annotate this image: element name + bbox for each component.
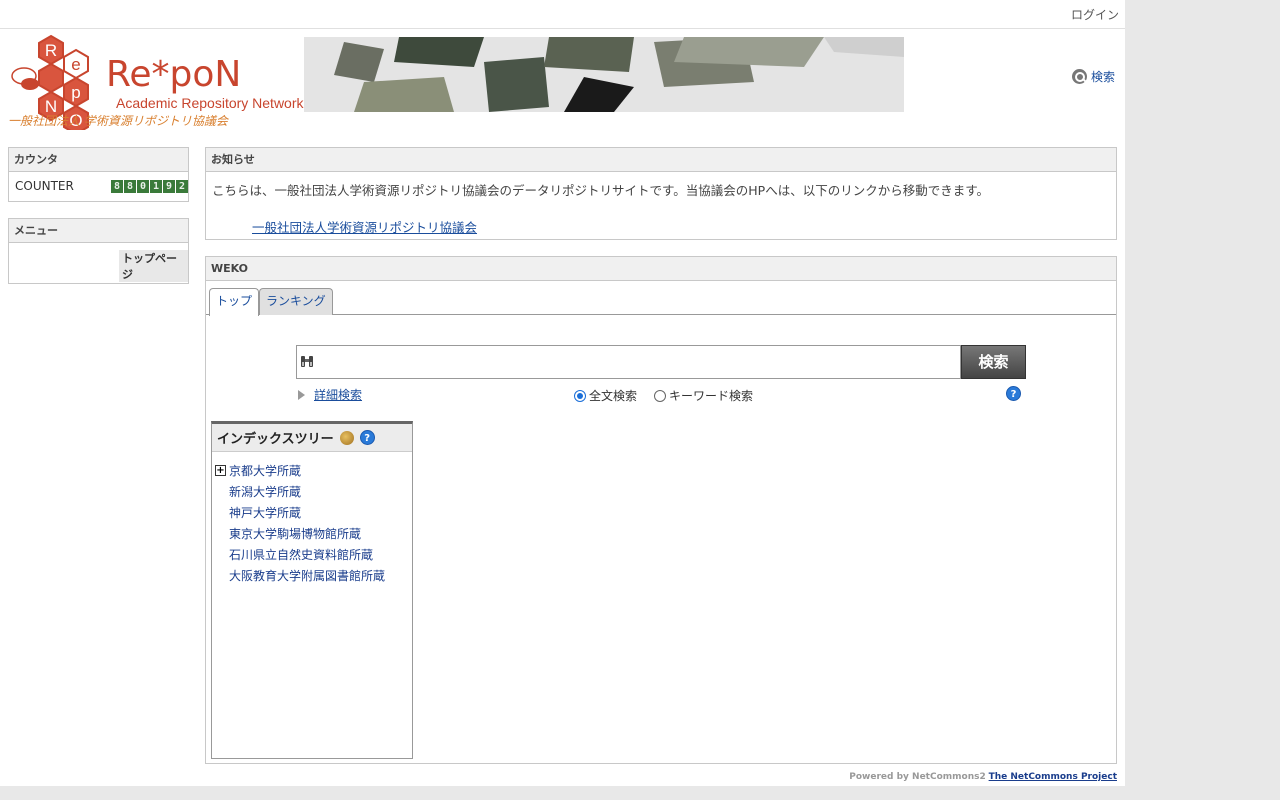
tab-ranking[interactable]: ランキング [259,288,333,315]
tree-item-label: 神戸大学所蔵 [229,506,302,520]
radio-keyword[interactable]: キーワード検索 [654,387,753,404]
bee-icon [11,67,39,90]
menu-title: メニュー [9,219,188,243]
tab-top[interactable]: トップ [209,288,260,316]
weko-title: WEKO [206,257,1116,281]
tree-item[interactable]: 神戸大学所蔵 [212,503,412,524]
radio-full-text[interactable]: 全文検索 [574,387,637,404]
search-input[interactable] [296,345,961,379]
settings-icon[interactable] [339,430,354,445]
index-tree: インデックスツリー ? + 京都大学所蔵 新潟大学所蔵 神戸大学所蔵 東京大学駒… [211,421,413,759]
help-icon[interactable]: ? [1006,386,1021,401]
notice-title: お知らせ [206,148,1116,172]
menu-box: メニュー トップページ [8,218,189,284]
radio-keyword-label: キーワード検索 [669,389,754,403]
triangle-right-icon [298,390,305,400]
banner-photo [304,37,904,112]
counter-digit: 9 [163,180,175,193]
logo-org: 一般社団法人 学術資源リポジトリ協議会 [8,114,230,128]
search-icon [1072,69,1087,84]
radio-button-checked[interactable] [574,389,586,402]
logo-hex-letter: p [71,83,80,102]
login-link[interactable]: ログイン [1071,6,1119,23]
tree-item-label: 石川県立自然史資料館所蔵 [229,548,374,562]
logo-title: Re*poN [106,54,241,95]
tree-item-label: 大阪教育大学附属図書館所蔵 [229,569,386,583]
search-options-row: 詳細検索 全文検索 キーワード検索 ? [298,385,1028,403]
binoculars-icon [301,356,313,367]
tree-item[interactable]: + 京都大学所蔵 [212,461,412,482]
notice-text: こちらは、一般社団法人学術資源リポジトリ協議会のデータリポジトリサイトです。当協… [212,183,989,198]
header-search-link[interactable]: 検索 [1072,68,1115,85]
logo-hex-letter: e [71,55,80,74]
counter-digits: 8 8 0 1 9 2 [111,180,188,193]
counter-digit: 8 [124,180,136,193]
header-search-label: 検索 [1091,70,1116,84]
tree-item[interactable]: 石川県立自然史資料館所蔵 [212,545,412,566]
index-tree-list: + 京都大学所蔵 新潟大学所蔵 神戸大学所蔵 東京大学駒場博物館所蔵 石川県立自… [212,452,412,587]
radio-full-text-label: 全文検索 [589,389,638,403]
weko-box: WEKO トップ ランキング 検索 詳細検索 全文検索 キーワード検索 ? イン… [205,256,1117,764]
repon-logo[interactable]: R e p N O Re*poN Academic Repository Net… [6,34,306,130]
counter-digit: 2 [176,180,188,193]
expand-plus-icon[interactable]: + [215,465,226,476]
counter-label: COUNTER [15,179,74,193]
weko-tabs: トップ ランキング [206,281,1116,316]
index-tree-header: インデックスツリー ? [212,424,412,452]
menu-item-top-page[interactable]: トップページ [119,250,188,282]
advanced-search-link[interactable]: 詳細検索 [314,386,362,403]
tree-item-label: 京都大学所蔵 [229,464,302,478]
tree-item-label: 新潟大学所蔵 [229,485,302,499]
notice-box: お知らせ こちらは、一般社団法人学術資源リポジトリ協議会のデータリポジトリサイト… [205,147,1117,240]
tree-item[interactable]: 新潟大学所蔵 [212,482,412,503]
notice-link[interactable]: 一般社団法人学術資源リポジトリ協議会 [252,217,477,236]
index-tree-title: インデックスツリー [217,432,334,447]
search-button[interactable]: 検索 [961,345,1026,379]
footer-project-link[interactable]: The NetCommons Project [989,772,1117,782]
counter-digit: 1 [150,180,162,193]
logo-hex-letter: R [45,41,57,60]
counter-box: カウンタ COUNTER 8 8 0 1 9 2 [8,147,189,202]
counter-title: カウンタ [9,148,188,172]
page: ログイン R e p N O Re*poN Academic Repositor… [0,0,1125,786]
radio-button-unchecked[interactable] [654,389,666,402]
top-bar: ログイン [0,0,1125,29]
footer: Powered by NetCommons2 The NetCommons Pr… [0,772,1117,782]
tree-item-label: 東京大学駒場博物館所蔵 [229,527,362,541]
tree-item[interactable]: 東京大学駒場博物館所蔵 [212,524,412,545]
logo-subtitle: Academic Repository Network [116,95,305,111]
search-area: 検索 [296,345,1026,379]
footer-powered: Powered by NetCommons2 [849,772,986,782]
tree-item[interactable]: 大阪教育大学附属図書館所蔵 [212,566,412,587]
counter-digit: 0 [137,180,149,193]
counter-digit: 8 [111,180,123,193]
help-icon[interactable]: ? [359,430,375,445]
